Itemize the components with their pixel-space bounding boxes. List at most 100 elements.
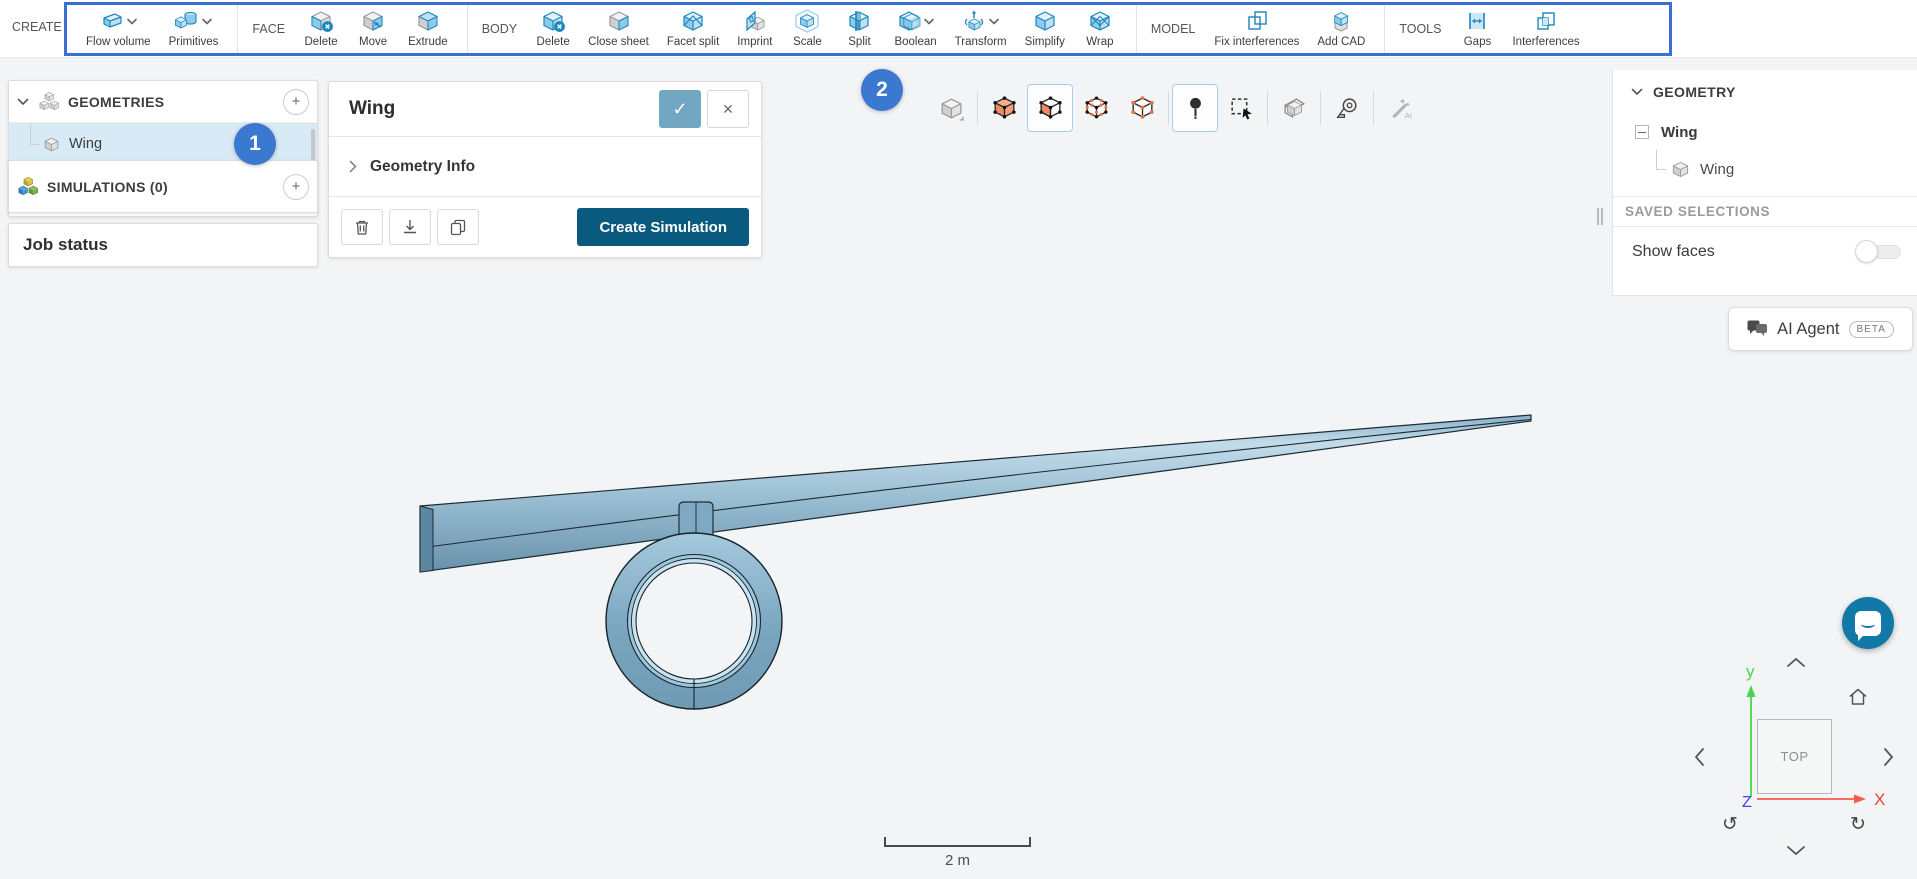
wrap-icon	[1090, 11, 1110, 31]
chevron-down-icon[interactable]	[924, 18, 934, 25]
rotate-left-button[interactable]	[1694, 747, 1705, 767]
toolbar-section-model: MODEL	[1150, 22, 1196, 36]
dialog-title: Wing	[349, 98, 396, 119]
rotate-up-button[interactable]	[1786, 657, 1806, 668]
scale-bar-line	[884, 837, 1031, 847]
select-vertex-button[interactable]	[1119, 84, 1165, 132]
fix-interferences-button[interactable]: Fix interferences	[1214, 6, 1299, 52]
dialog-footer: Create Simulation	[329, 197, 761, 257]
transform-icon	[965, 10, 984, 31]
primitives-button[interactable]: Primitives	[169, 6, 218, 52]
rotate-right-button[interactable]	[1883, 747, 1894, 767]
chevron-down-icon[interactable]	[126, 18, 137, 25]
divider	[977, 91, 978, 125]
select-edge-button[interactable]	[1073, 84, 1119, 132]
select-face-icon	[992, 95, 1016, 119]
fix-interferences-icon	[1248, 11, 1267, 30]
chat-bubble-icon	[1855, 610, 1881, 641]
create-simulation-button[interactable]: Create Simulation	[577, 208, 749, 246]
top-toolbar: CREATE Flow volume Primitives FACE Delet…	[0, 0, 1917, 58]
flow-volume-icon	[103, 13, 122, 28]
rotate-down-button[interactable]	[1786, 845, 1806, 856]
imprint-icon	[746, 10, 765, 32]
axis-x-label: X	[1874, 790, 1885, 809]
face-delete-button[interactable]: Delete	[304, 6, 338, 52]
transform-button[interactable]: Transform	[955, 6, 1007, 52]
chevron-down-icon[interactable]	[1631, 88, 1643, 96]
ai-select-button[interactable]: AI	[1377, 84, 1423, 132]
copy-geometry-button[interactable]	[437, 209, 479, 245]
axis-y-label: y	[1746, 662, 1755, 681]
flow-volume-button[interactable]: Flow volume	[86, 6, 151, 52]
close-button[interactable]: ×	[707, 90, 749, 128]
delete-geometry-button[interactable]	[341, 209, 383, 245]
toggle-knob	[1855, 240, 1878, 263]
check-icon: ✓	[672, 98, 688, 119]
measure-button[interactable]	[1324, 84, 1370, 132]
close-sheet-button[interactable]: Close sheet	[588, 6, 649, 52]
wrap-button[interactable]: Wrap	[1083, 6, 1117, 52]
geometries-icon	[39, 91, 59, 110]
interferences-button[interactable]: Interferences	[1512, 6, 1580, 52]
facet-split-button[interactable]: Facet split	[667, 6, 719, 52]
geometry-wing-child-row[interactable]: Wing	[1613, 150, 1917, 188]
geometry-info-row[interactable]: Geometry Info	[329, 137, 761, 197]
face-extrude-button[interactable]: Extrude	[408, 6, 448, 52]
download-geometry-button[interactable]	[389, 209, 431, 245]
box-select-button[interactable]	[1218, 84, 1264, 132]
add-cad-icon	[1334, 12, 1349, 32]
add-geometry-button[interactable]: +	[283, 88, 309, 115]
divider	[1320, 91, 1321, 125]
toolbar-group-face: FACE Delete Move Extrude	[237, 5, 466, 53]
body-delete-button[interactable]: Delete	[536, 6, 570, 52]
download-icon	[404, 220, 416, 234]
clip-plane-button[interactable]	[1271, 84, 1317, 132]
chevron-down-icon[interactable]	[17, 98, 29, 106]
support-chat-button[interactable]	[1842, 597, 1894, 649]
orientation-widget: y X Z TOP ↺ ↻	[1680, 645, 1917, 870]
wing-geometry-icon	[44, 137, 59, 151]
job-status-panel[interactable]: Job status	[8, 223, 318, 267]
face-move-button[interactable]: Move	[356, 6, 390, 52]
simulations-icon	[18, 176, 38, 195]
boolean-button[interactable]: Boolean	[894, 6, 937, 52]
roll-cw-button[interactable]: ↻	[1850, 813, 1866, 836]
scale-button[interactable]: Scale	[790, 6, 824, 52]
imprint-button[interactable]: Imprint	[737, 6, 772, 52]
scale-bar-label: 2 m	[944, 852, 970, 869]
ai-agent-button[interactable]: AI Agent BETA	[1728, 307, 1913, 351]
show-faces-toggle[interactable]	[1855, 240, 1901, 264]
select-body-button[interactable]	[928, 84, 974, 132]
toolbar-group-model: MODEL Fix interferences Add CAD	[1135, 5, 1384, 53]
simplify-icon	[1035, 11, 1055, 31]
show-faces-row: Show faces	[1613, 227, 1917, 277]
saved-selections-header: SAVED SELECTIONS	[1613, 196, 1917, 227]
view-cube[interactable]: TOP	[1757, 719, 1832, 794]
select-face-button[interactable]	[981, 84, 1027, 132]
split-button[interactable]: Split	[842, 6, 876, 52]
simulations-panel[interactable]: SIMULATIONS (0) +	[8, 160, 318, 213]
copy-icon	[450, 219, 466, 235]
select-mixed-button[interactable]	[1027, 84, 1073, 132]
chevron-down-icon[interactable]	[202, 18, 212, 25]
confirm-button[interactable]: ✓	[659, 90, 701, 128]
add-cad-button[interactable]: Add CAD	[1317, 6, 1365, 52]
dialog-header: Wing ✓ ×	[329, 82, 761, 137]
view-cube-face-label: TOP	[1780, 749, 1809, 764]
select-edge-icon	[1084, 95, 1108, 118]
panel-resize-handle[interactable]	[1597, 208, 1603, 225]
simplify-button[interactable]: Simplify	[1025, 6, 1065, 52]
geometry-wing-parent-row[interactable]: Wing	[1613, 114, 1917, 150]
chevron-down-icon[interactable]	[989, 18, 999, 25]
wing-child-label: Wing	[1700, 160, 1735, 178]
collapse-node-icon[interactable]	[1635, 125, 1649, 139]
add-simulation-button[interactable]: +	[283, 173, 309, 200]
divider	[1168, 91, 1169, 125]
geometries-section-row[interactable]: GEOMETRIES +	[9, 81, 317, 123]
roll-ccw-button[interactable]: ↺	[1722, 813, 1738, 836]
split-icon	[849, 11, 870, 31]
home-view-button[interactable]	[1847, 687, 1869, 707]
pin-selection-button[interactable]	[1172, 84, 1218, 132]
gaps-button[interactable]: Gaps	[1460, 6, 1494, 52]
geometry-section-row[interactable]: GEOMETRY	[1613, 70, 1917, 114]
